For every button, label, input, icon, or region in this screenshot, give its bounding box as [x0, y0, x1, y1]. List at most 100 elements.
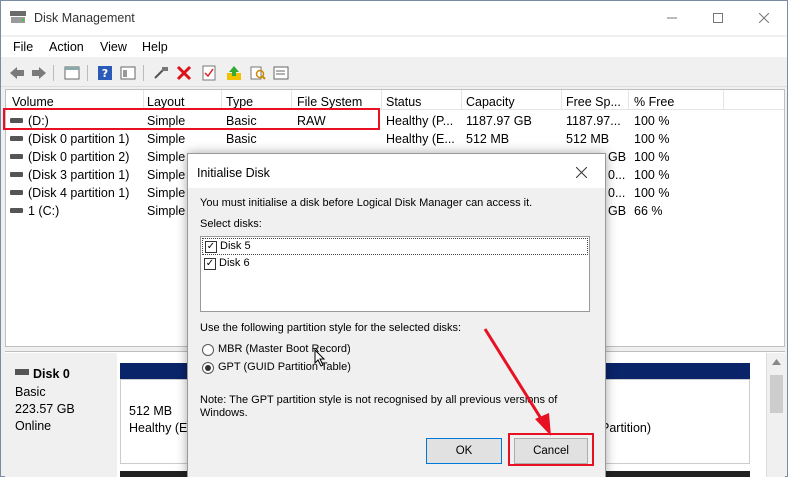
partition-label: Partition) [601, 421, 652, 435]
dialog-title-bar: Initialise Disk [188, 154, 605, 188]
help-icon[interactable]: ? [96, 64, 114, 82]
volume-type: Basic [226, 132, 257, 146]
column-divider [221, 90, 222, 110]
drive-icon [15, 369, 29, 375]
dialog-close-button[interactable] [566, 160, 596, 184]
disk-select-list[interactable]: ✓ Disk 5 ✓ Disk 6 [200, 236, 590, 312]
volume-percent-free: 100 % [634, 186, 670, 200]
volume-percent-free: 66 % [634, 204, 663, 218]
disk-6-label: Disk 6 [219, 257, 250, 269]
partition-style-label: Use the following partition style for th… [200, 322, 462, 334]
volume-layout: Simple [147, 150, 186, 164]
drive-icon [10, 154, 23, 159]
minimize-button[interactable] [649, 1, 695, 34]
column-status[interactable]: Status [386, 95, 421, 109]
volume-free-space: 0... [608, 168, 626, 182]
drive-icon [10, 172, 23, 177]
disk-6-checkbox[interactable]: ✓ [204, 258, 216, 270]
volume-free-space: GB [608, 150, 627, 164]
back-icon[interactable] [8, 64, 26, 82]
import-icon[interactable] [225, 64, 243, 82]
toolbar-separator [87, 65, 88, 81]
column-layout[interactable]: Layout [147, 95, 185, 109]
menu-view[interactable]: View [100, 40, 127, 54]
volume-layout: Simple [147, 204, 186, 218]
mbr-radio[interactable] [202, 344, 214, 356]
scroll-up-icon[interactable] [772, 359, 781, 365]
properties-icon[interactable] [63, 64, 81, 82]
volume-row[interactable]: (Disk 0 partition 1) Simple Basic Health… [6, 130, 784, 148]
close-button[interactable] [741, 1, 787, 34]
partition-size: 512 MB [129, 404, 173, 418]
delete-icon[interactable] [175, 64, 193, 82]
volume-free-space: 512 MB [566, 132, 610, 146]
volume-name: (Disk 3 partition 1) [28, 168, 130, 182]
volume-status: Healthy (P... [386, 114, 454, 128]
volume-capacity: 1187.97 GB [466, 114, 532, 128]
svg-text:?: ? [102, 67, 108, 80]
volume-name: (Disk 4 partition 1) [28, 186, 130, 200]
menu-action[interactable]: Action [49, 40, 84, 54]
volume-layout: Simple [147, 168, 186, 182]
column-divider [628, 90, 629, 110]
column-volume[interactable]: Volume [12, 95, 54, 109]
gpt-note-line-2: Windows. [200, 407, 248, 419]
drive-icon [10, 208, 23, 213]
volume-percent-free: 100 % [634, 150, 670, 164]
column-free-space[interactable]: Free Sp... [566, 95, 621, 109]
partition-status: Healthy (Ef [129, 421, 191, 435]
volume-layout: Simple [147, 132, 186, 146]
volume-status: Healthy (E... [386, 132, 455, 146]
maximize-button[interactable] [695, 1, 741, 34]
connect-icon[interactable] [152, 64, 170, 82]
column-divider [461, 90, 462, 110]
close-icon [575, 166, 587, 178]
console-icon[interactable] [272, 64, 290, 82]
disk-0-state: Online [15, 419, 52, 433]
disk-5-item[interactable]: ✓ Disk 5 [202, 238, 588, 255]
toolbar-separator [143, 65, 144, 81]
volume-percent-free: 100 % [634, 132, 670, 146]
volume-name: (Disk 0 partition 1) [28, 132, 130, 146]
column-type[interactable]: Type [226, 95, 253, 109]
disk-5-label: Disk 5 [220, 240, 251, 252]
search-icon[interactable] [249, 64, 267, 82]
vertical-scrollbar[interactable] [766, 353, 785, 477]
volume-free-space: 1187.97... [566, 114, 621, 128]
column-percent-free[interactable]: % Free [634, 95, 674, 109]
column-divider [291, 90, 292, 110]
disk-0-label[interactable]: Disk 0 Basic 223.57 GB Online [5, 353, 117, 477]
disk-0-name: Disk 0 [33, 367, 70, 381]
disk-6-item[interactable]: ✓ Disk 6 [202, 256, 588, 273]
volume-percent-free: 100 % [634, 114, 670, 128]
disk-management-window: Disk Management File Action View Help ? [0, 0, 788, 477]
menu-file[interactable]: File [13, 40, 33, 54]
volume-free-space: GB [608, 204, 627, 218]
column-divider [143, 90, 144, 110]
volume-d-highlight [3, 108, 380, 130]
menu-bar: File Action View Help [1, 37, 787, 57]
disk-5-checkbox[interactable]: ✓ [205, 241, 217, 253]
drive-icon [10, 190, 23, 195]
volume-percent-free: 100 % [634, 168, 670, 182]
menu-help[interactable]: Help [142, 40, 168, 54]
volume-list-header: Volume Layout Type File System Status Ca… [6, 90, 784, 110]
window-title: Disk Management [34, 11, 135, 25]
toolbar-separator [53, 65, 54, 81]
mouse-cursor-icon [314, 349, 326, 367]
check-icon[interactable] [200, 64, 218, 82]
gpt-label[interactable]: GPT (GUID Partition Table) [218, 361, 351, 373]
gpt-radio[interactable] [202, 362, 214, 374]
title-bar: Disk Management [1, 1, 787, 35]
column-capacity[interactable]: Capacity [466, 95, 515, 109]
ok-button[interactable]: OK [426, 438, 502, 464]
select-disks-label: Select disks: [200, 218, 262, 230]
scrollbar-thumb[interactable] [770, 375, 783, 413]
mbr-label[interactable]: MBR (Master Boot Record) [218, 343, 351, 355]
column-divider [561, 90, 562, 110]
view-icon[interactable] [119, 64, 137, 82]
volume-capacity: 512 MB [466, 132, 510, 146]
forward-icon[interactable] [30, 64, 48, 82]
drive-icon [10, 136, 23, 141]
column-file-system[interactable]: File System [297, 95, 362, 109]
